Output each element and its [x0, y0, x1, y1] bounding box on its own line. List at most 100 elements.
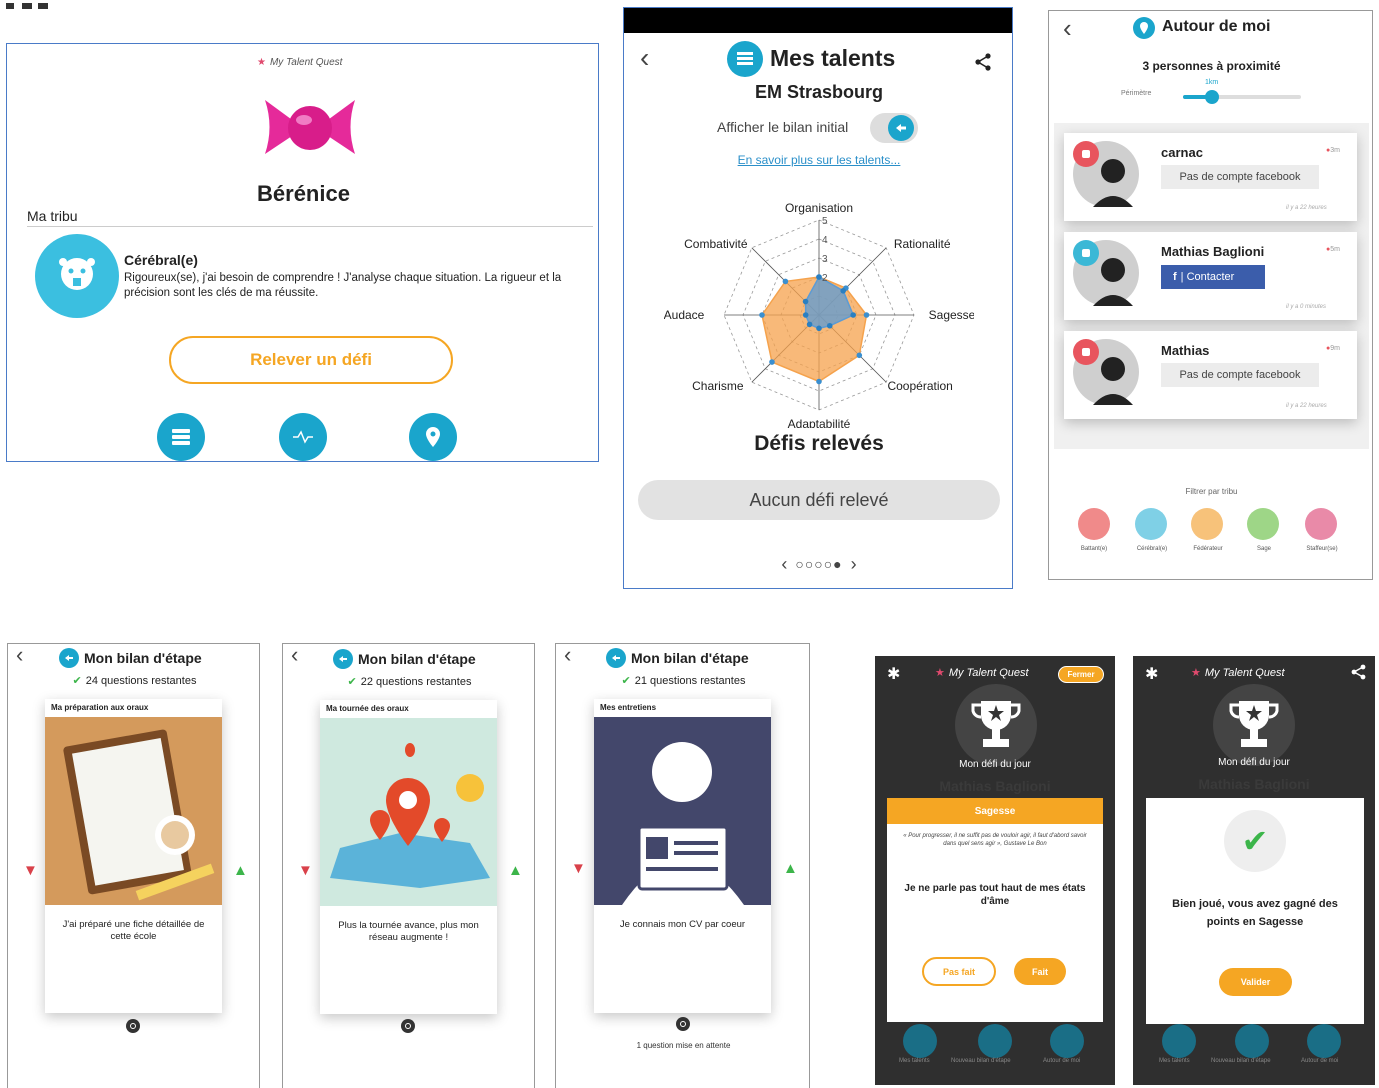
tribe-filter[interactable]: Staffeur(se)	[1297, 508, 1345, 564]
back-button[interactable]: ‹	[564, 644, 571, 668]
back-button[interactable]: ‹	[16, 644, 23, 668]
done-button[interactable]: Fait	[1014, 958, 1066, 985]
nav-talents-button[interactable]	[1162, 1024, 1196, 1058]
person-card[interactable]: Mathias Baglioni ●5m f | Contacter il y …	[1064, 232, 1357, 320]
nav-nearby-button[interactable]	[1050, 1024, 1084, 1058]
tribe-badge	[1073, 339, 1099, 365]
nav-label: Autour de moi	[1301, 1058, 1339, 1064]
pulse-icon	[293, 430, 313, 444]
no-facebook-label: Pas de compte facebook	[1161, 165, 1319, 189]
person-distance: ●3m	[1326, 147, 1340, 154]
thumbs-down-button[interactable]: ▼	[298, 862, 313, 879]
app-logo: ★ My Talent Quest	[257, 54, 367, 70]
profile-screen: ★ My Talent Quest Bérénice Ma tribu Céré…	[6, 43, 599, 462]
tribe-filter[interactable]: Sage	[1239, 508, 1287, 564]
pager-next-button[interactable]: ›	[851, 554, 857, 575]
settings-icon[interactable]: ✱	[887, 664, 900, 684]
remaining-questions: ✔ 24 questions restantes	[8, 674, 259, 688]
tribe-filter[interactable]: Battant(e)	[1069, 508, 1117, 564]
app-logo: ★ My Talent Quest	[935, 666, 1029, 680]
contact-facebook-button[interactable]: f | Contacter	[1161, 265, 1265, 289]
radar-tick-label: 3	[822, 254, 828, 265]
tribe-badge	[1073, 141, 1099, 167]
step-title: Mon bilan d'étape	[358, 651, 476, 667]
card-title: Ma préparation aux oraux	[51, 703, 149, 712]
nav-nearby-button[interactable]	[1307, 1024, 1341, 1058]
nav-step-button[interactable]	[1235, 1024, 1269, 1058]
thumbs-up-button[interactable]: ▲	[783, 860, 798, 877]
map-illustration	[320, 718, 497, 906]
pause-icon[interactable]	[401, 1019, 415, 1033]
back-button[interactable]: ‹	[1063, 13, 1072, 44]
perimeter-slider-track[interactable]	[1183, 90, 1301, 104]
share-icon[interactable]	[974, 53, 992, 71]
nav-talents-button[interactable]	[903, 1024, 937, 1058]
daily-challenge-screen: ✱ ★ My Talent Quest Fermer Mon défi du j…	[875, 656, 1115, 1085]
pending-questions: 1 question mise en attente	[636, 1041, 731, 1050]
question-card[interactable]: Mes entretiens Je connais mon CV par coe…	[594, 699, 771, 1013]
list-icon	[737, 52, 753, 65]
radar-tick-label: 4	[822, 235, 828, 246]
pulse-nav-button[interactable]	[279, 413, 327, 461]
thumbs-down-button[interactable]: ▼	[571, 860, 586, 877]
no-facebook-text: Pas de compte facebook	[1179, 369, 1301, 381]
map-pin-icon	[330, 743, 490, 888]
pause-icon[interactable]	[126, 1019, 140, 1033]
not-done-button[interactable]: Pas fait	[922, 957, 996, 986]
step-title-icon	[59, 648, 79, 668]
tribe-filter[interactable]: Fédérateur	[1183, 508, 1231, 564]
trophy-badge	[955, 684, 1037, 766]
back-button[interactable]: ‹	[640, 44, 649, 72]
tribe-badge	[1073, 240, 1099, 266]
thumbs-up-button[interactable]: ▲	[508, 862, 523, 879]
question-card[interactable]: Ma préparation aux oraux J'ai préparé un…	[45, 699, 222, 1013]
contact-button-label: | Contacter	[1180, 271, 1235, 283]
question-text: Plus la tournée avance, plus mon réseau …	[338, 920, 479, 943]
challenges-title: Défis relevés	[754, 432, 884, 455]
category-label: Sagesse	[974, 805, 1016, 817]
pager-prev-button[interactable]: ‹	[781, 554, 787, 575]
tribe-avatar	[35, 234, 119, 318]
thumbs-up-button[interactable]: ▲	[233, 862, 248, 879]
nearby-screen: ‹ Autour de moi 3 personnes à proximité …	[1048, 10, 1373, 580]
pause-icon[interactable]	[676, 1017, 690, 1031]
filter-label: Filtrer par tribu	[1185, 487, 1238, 496]
settings-icon[interactable]: ✱	[1145, 664, 1158, 684]
initial-report-toggle[interactable]	[870, 113, 918, 143]
talents-screen: ‹ Mes talents EM Strasbourg Afficher le …	[623, 7, 1013, 589]
facebook-icon: f	[1173, 271, 1177, 283]
challenge-button[interactable]: Relever un défi	[169, 336, 453, 384]
location-nav-button[interactable]	[409, 413, 457, 461]
back-button[interactable]: ‹	[291, 644, 298, 668]
step-title-icon	[606, 648, 626, 668]
radar-point	[816, 274, 822, 280]
person-time: il y a 0 minutes	[1286, 304, 1327, 310]
radar-point	[863, 312, 870, 318]
nav-step-button[interactable]	[978, 1024, 1012, 1058]
perimeter-slider-handle[interactable]	[1205, 90, 1219, 104]
close-button[interactable]: Fermer	[1058, 666, 1104, 683]
person-card[interactable]: Mathias ●9m Pas de compte facebook il y …	[1064, 331, 1357, 419]
tribe-filter[interactable]: Cérébral(e)	[1127, 508, 1175, 564]
talents-info-link[interactable]: En savoir plus sur les talents...	[624, 153, 1012, 167]
thumbs-down-button[interactable]: ▼	[23, 862, 38, 879]
challenge-button-label: Relever un défi	[250, 350, 372, 369]
radar-tick-label: 2	[822, 273, 828, 284]
question-card[interactable]: Ma tournée des oraux Plus la tournée ava…	[320, 700, 497, 1014]
validate-button[interactable]: Valider	[1219, 968, 1292, 996]
share-icon[interactable]	[1351, 664, 1367, 680]
tribe-section-title: Ma tribu	[27, 208, 78, 224]
person-card[interactable]: carnac ●3m Pas de compte facebook il y a…	[1064, 133, 1357, 221]
tribe-description: Rigoureux(se), j'ai besoin de comprendre…	[124, 272, 562, 299]
status-bar	[624, 8, 1012, 33]
check-icon: ✔	[72, 675, 82, 687]
tribe-filter-label: Fédérateur	[1193, 546, 1223, 552]
remaining-text: 22 questions restantes	[360, 675, 472, 688]
talents-title-icon	[727, 41, 763, 77]
cropped-text-icon	[6, 3, 48, 9]
talents-nav-button[interactable]	[157, 413, 205, 461]
distance-text: 5m	[1330, 246, 1340, 253]
step-title: Mon bilan d'étape	[631, 650, 749, 666]
arrow-icon	[612, 655, 620, 661]
tribe-icon	[1082, 348, 1090, 356]
